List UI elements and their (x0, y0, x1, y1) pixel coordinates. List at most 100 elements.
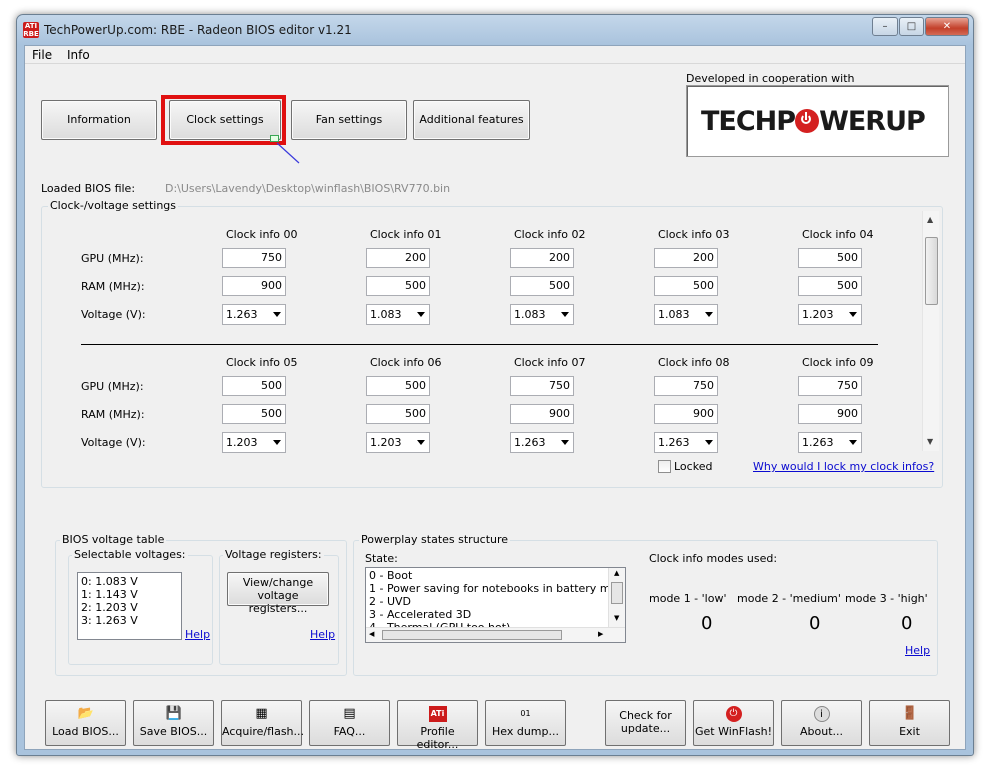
list-item[interactable]: 3: 1.263 V (78, 614, 181, 627)
locked-checkbox[interactable] (658, 460, 671, 473)
states-vscrollbar[interactable]: ▲ ▼ (608, 568, 625, 627)
acquire-flash-button[interactable]: ▦ Acquire/flash... (221, 700, 304, 746)
menu-file[interactable]: File (32, 48, 52, 62)
voltage-dropdown[interactable]: 1.083 (510, 304, 574, 325)
save-bios-button[interactable]: 💾 Save BIOS... (133, 700, 214, 746)
scroll-thumb[interactable] (382, 630, 562, 640)
get-winflash-button[interactable]: ⏻ Get WinFlash! (693, 700, 774, 746)
client-area: File Info Information Clock settings Fan… (24, 45, 966, 751)
list-item[interactable]: 1 - Power saving for notebooks in batter… (366, 582, 625, 595)
clock-scrollbar[interactable]: ▲ ▼ (922, 211, 939, 451)
exit-button[interactable]: 🚪 Exit (869, 700, 950, 746)
states-hscrollbar[interactable]: ◀ ▶ (366, 627, 625, 642)
voltage-label: Voltage (V): (81, 308, 146, 321)
scroll-right-icon[interactable]: ▶ (598, 630, 603, 638)
voltage-value: 1.263 (226, 308, 258, 321)
button-line: View/change (242, 576, 314, 589)
gpu-clock-field[interactable]: 750 (510, 376, 574, 396)
view-voltage-registers-button[interactable]: View/change voltage registers... (227, 572, 329, 615)
voltage-dropdown[interactable]: 1.083 (366, 304, 430, 325)
gpu-clock-field[interactable]: 750 (222, 248, 286, 268)
scroll-up-icon[interactable]: ▲ (927, 215, 933, 224)
load-bios-button[interactable]: 📂 Load BIOS... (45, 700, 126, 746)
faq-button[interactable]: ▤ FAQ... (309, 700, 390, 746)
mode-1-value: 0 (701, 613, 713, 634)
menu-info[interactable]: Info (67, 48, 90, 62)
ram-clock-field[interactable]: 500 (654, 276, 718, 296)
scroll-left-icon[interactable]: ◀ (369, 630, 374, 638)
list-item[interactable]: 0: 1.083 V (78, 575, 181, 588)
ram-clock-field[interactable]: 500 (366, 276, 430, 296)
ram-clock-field[interactable]: 500 (366, 404, 430, 424)
scroll-down-icon[interactable]: ▼ (927, 437, 933, 446)
gpu-clock-field[interactable]: 200 (654, 248, 718, 268)
registers-help-link[interactable]: Help (310, 628, 335, 641)
minimize-button[interactable]: – (872, 17, 898, 36)
gpu-clock-field[interactable]: 500 (798, 248, 862, 268)
scroll-up-icon[interactable]: ▲ (614, 569, 619, 577)
maximize-button[interactable]: □ (899, 17, 924, 36)
techpowerup-logo[interactable]: TECHP WERUP (686, 85, 949, 157)
list-item[interactable]: 2: 1.203 V (78, 601, 181, 614)
tab-additional-features[interactable]: Additional features (413, 100, 530, 140)
scroll-thumb[interactable] (925, 237, 938, 305)
window-title: TechPowerUp.com: RBE - Radeon BIOS edito… (44, 23, 352, 37)
clock-info-header: Clock info 02 (514, 228, 586, 241)
gpu-clock-field[interactable]: 500 (366, 376, 430, 396)
voltage-dropdown[interactable]: 1.203 (222, 432, 286, 453)
ram-clock-field[interactable]: 500 (222, 404, 286, 424)
floppy-disk-icon: 💾 (165, 706, 182, 721)
button-label: Load BIOS... (52, 725, 119, 738)
ram-clock-field[interactable]: 500 (798, 276, 862, 296)
voltage-dropdown[interactable]: 1.203 (798, 304, 862, 325)
ram-clock-field[interactable]: 500 (510, 276, 574, 296)
gpu-clock-field[interactable]: 750 (798, 376, 862, 396)
mode-3-value: 0 (901, 613, 913, 634)
about-button[interactable]: i About... (781, 700, 862, 746)
profile-editor-button[interactable]: ATi Profile editor... (397, 700, 478, 751)
voltage-dropdown[interactable]: 1.263 (510, 432, 574, 453)
button-label: Hex dump... (492, 725, 559, 738)
voltage-listbox[interactable]: 0: 1.083 V 1: 1.143 V 2: 1.203 V 3: 1.26… (77, 572, 182, 640)
lock-help-link[interactable]: Why would I lock my clock infos? (753, 460, 934, 473)
voltage-dropdown[interactable]: 1.263 (798, 432, 862, 453)
ram-clock-field[interactable]: 900 (222, 276, 286, 296)
section-divider (81, 344, 878, 345)
tab-information[interactable]: Information (41, 100, 157, 140)
cursor-icon (270, 135, 279, 142)
voltage-dropdown[interactable]: 1.083 (654, 304, 718, 325)
ram-clock-field[interactable]: 900 (654, 404, 718, 424)
powerplay-states-listbox[interactable]: 0 - Boot 1 - Power saving for notebooks … (365, 567, 626, 643)
ram-clock-field[interactable]: 900 (510, 404, 574, 424)
tab-fan-settings[interactable]: Fan settings (291, 100, 407, 140)
gpu-clock-field[interactable]: 200 (510, 248, 574, 268)
list-item[interactable]: 3 - Accelerated 3D (366, 608, 625, 621)
clock-info-header: Clock info 01 (370, 228, 442, 241)
hex-dump-button[interactable]: 01 Hex dump... (485, 700, 566, 746)
list-item[interactable]: 0 - Boot (366, 569, 625, 582)
button-label: About... (799, 725, 843, 738)
powerplay-title: Powerplay states structure (359, 533, 511, 546)
gpu-clock-field[interactable]: 750 (654, 376, 718, 396)
ram-clock-field[interactable]: 900 (798, 404, 862, 424)
gpu-clock-field[interactable]: 200 (366, 248, 430, 268)
scroll-thumb[interactable] (611, 582, 623, 604)
voltage-dropdown[interactable]: 1.203 (366, 432, 430, 453)
ati-logo-icon: ATi (428, 706, 447, 722)
binary-icon: 01 (520, 709, 531, 718)
close-button[interactable]: ✕ (925, 17, 969, 36)
scroll-down-icon[interactable]: ▼ (614, 614, 619, 622)
app-icon: ATI RBE (23, 22, 39, 38)
voltage-dropdown[interactable]: 1.263 (222, 304, 286, 325)
voltage-dropdown[interactable]: 1.263 (654, 432, 718, 453)
title-bar[interactable]: ATI RBE TechPowerUp.com: RBE - Radeon BIO… (17, 15, 973, 44)
chevron-down-icon (417, 312, 425, 317)
gpu-clock-field[interactable]: 500 (222, 376, 286, 396)
powerplay-help-link[interactable]: Help (905, 644, 930, 657)
check-update-button[interactable]: Check for update... (605, 700, 686, 746)
list-item[interactable]: 1: 1.143 V (78, 588, 181, 601)
voltages-help-link[interactable]: Help (185, 628, 210, 641)
exit-door-icon: 🚪 (901, 706, 918, 721)
list-item[interactable]: 2 - UVD (366, 595, 625, 608)
button-label: Exit (899, 725, 920, 738)
